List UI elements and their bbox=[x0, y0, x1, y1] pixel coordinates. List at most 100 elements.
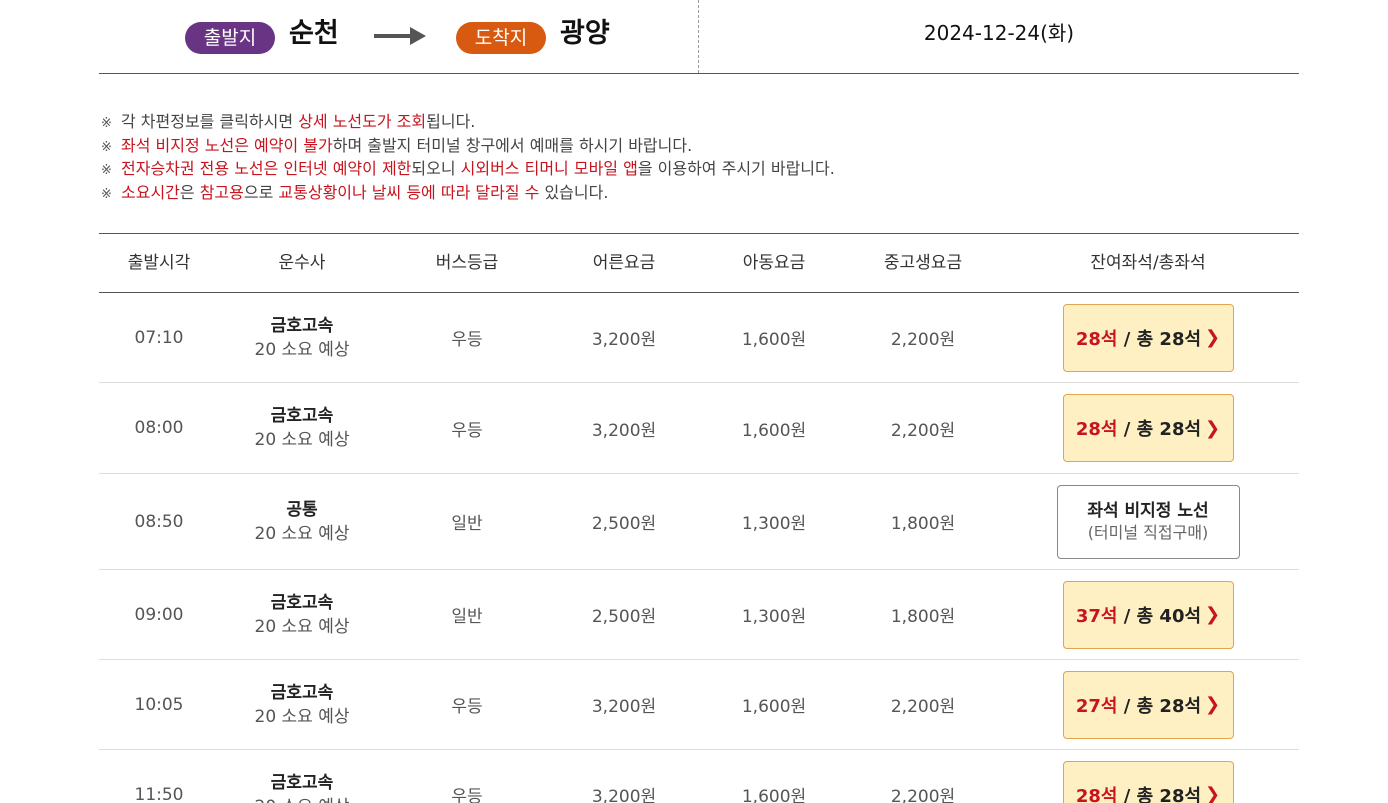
departure-badge: 출발지 bbox=[185, 22, 275, 54]
header-departure-time: 출발시각 bbox=[127, 253, 191, 273]
company-name: 금호고속 bbox=[270, 315, 334, 336]
table-row[interactable]: 08:50 공통 20 소요 예상 일반 2,500원 1,300원 1,800원 좌석 비지… bbox=[99, 474, 1299, 570]
notice-highlight: 시외버스 티머니 모바일 앱 bbox=[460, 159, 638, 178]
estimated-duration: 20 소요 예상 bbox=[254, 616, 350, 637]
company-name: 금호고속 bbox=[270, 682, 334, 703]
bus-grade: 우등 bbox=[451, 787, 483, 803]
notice-text: 하며 출발지 터미널 창구에서 예매를 하시기 바랍니다. bbox=[332, 135, 693, 155]
chevron-right-icon: ❯ bbox=[1205, 784, 1221, 803]
total-seats: / 총 28석 bbox=[1117, 419, 1202, 440]
table-row[interactable]: 10:05 금호고속 20 소요 예상 우등 3,200원 1,600원 2,200원 27석… bbox=[99, 660, 1299, 750]
header-bus-grade: 버스등급 bbox=[435, 253, 499, 273]
seats-cell: 28석 / 총 28석 ❯ bbox=[997, 383, 1299, 473]
company-name: 금호고속 bbox=[270, 406, 334, 426]
total-seats: / 총 28석 bbox=[1117, 785, 1202, 803]
seat-select-button[interactable]: 27석 / 총 28석 ❯ bbox=[1062, 670, 1234, 739]
adult-fare: 3,200원 bbox=[591, 330, 657, 350]
travel-date: 2024-12-24(화) bbox=[923, 21, 1075, 45]
company-cell: 금호고속 20 소요 예상 bbox=[219, 570, 385, 659]
table-row[interactable]: 08:00 금호고속 20 소요 예상 우등 3,200원 1,600원 2,200원 28석… bbox=[99, 383, 1299, 474]
company-name: 공통 bbox=[286, 499, 318, 520]
seat-select-button[interactable]: 28석 / 총 28석 ❯ bbox=[1062, 394, 1234, 462]
company-cell: 금호고속 20 소요 예상 bbox=[219, 293, 385, 382]
table-body: 07:10 금호고속 20 소요 예상우등 3,200원 1,600원 2,200원 28석… bbox=[99, 293, 1299, 803]
company-cell: 금호고속 20 소요 예상 bbox=[219, 660, 385, 749]
chevron-right-icon: ❯ bbox=[1205, 327, 1221, 348]
child-fare: 1,600원 bbox=[741, 787, 807, 803]
notice-mark: ※ bbox=[101, 116, 112, 131]
adult-fare: 2,500원 bbox=[591, 607, 657, 627]
chevron-right-icon: ❯ bbox=[1205, 694, 1221, 715]
terminal-purchase-label: (터미널 직접구매) bbox=[1087, 522, 1209, 542]
child-fare: 1,300원 bbox=[741, 607, 807, 627]
child-fare: 1,600원 bbox=[741, 330, 807, 350]
remaining-seats: 28석 bbox=[1075, 419, 1118, 440]
youth-fare: 1,800원 bbox=[890, 514, 956, 534]
notice-text: 있습니다. bbox=[539, 182, 609, 202]
notice-mark: ※ bbox=[101, 163, 112, 178]
seat-select-button[interactable]: 37석 / 총 40석 ❯ bbox=[1062, 580, 1234, 649]
notice-item: ※ 좌석 비지정 노선은 예약이 불가하며 출발지 터미널 창구에서 예매를 하시… bbox=[101, 135, 835, 159]
remaining-seats: 28석 bbox=[1075, 785, 1118, 803]
child-fare: 1,300원 bbox=[741, 514, 807, 534]
child-fare: 1,600원 bbox=[741, 697, 807, 717]
departure-time: 08:50 bbox=[134, 511, 184, 532]
non-reserved-route-button[interactable]: 좌석 비지정 노선 (터미널 직접구매) bbox=[1056, 484, 1240, 559]
notice-item: ※ 전자승차권 전용 노선은 인터넷 예약이 제한되오니 시외버스 티머니 모바일… bbox=[101, 158, 835, 182]
seat-select-button[interactable]: 28석 / 총 28석 ❯ bbox=[1062, 760, 1234, 803]
notice-text: 은 bbox=[179, 182, 200, 202]
notice-mark: ※ bbox=[101, 139, 112, 155]
estimated-duration: 20 소요 예상 bbox=[254, 430, 350, 450]
header-child-fare: 아동요금 bbox=[742, 253, 806, 273]
total-seats: / 총 28석 bbox=[1117, 695, 1202, 717]
notice-item: ※ 소요시간은 참고용으로 교통상황이나 날씨 등에 따라 달라질 수 있습니다. bbox=[101, 182, 835, 206]
youth-fare: 2,200원 bbox=[890, 420, 956, 441]
departure-time: 09:00 bbox=[134, 604, 184, 625]
route-cities: 출발지 순천 도착지 광양 bbox=[99, 0, 699, 73]
chevron-right-icon: ❯ bbox=[1205, 604, 1221, 625]
total-seats: / 총 40석 bbox=[1117, 605, 1202, 627]
remaining-seats: 27석 bbox=[1075, 695, 1118, 717]
company-name: 금호고속 bbox=[270, 592, 334, 613]
departure-time: 07:10 bbox=[134, 327, 184, 348]
seat-select-button[interactable]: 28석 / 총 28석 ❯ bbox=[1062, 303, 1234, 372]
notice-text: 됩니다. bbox=[426, 112, 476, 131]
header-seats: 잔여좌석/총좌석 bbox=[1090, 253, 1206, 273]
departure-time: 11:50 bbox=[134, 784, 184, 803]
arrival-city: 광양 bbox=[560, 18, 610, 49]
notice-text: 으로 bbox=[243, 182, 279, 202]
company-name: 금호고속 bbox=[270, 772, 334, 793]
estimated-duration: 20 소요 예상 bbox=[254, 523, 350, 544]
header-adult-fare: 어른요금 bbox=[592, 253, 656, 273]
total-seats: / 총 28석 bbox=[1117, 328, 1202, 350]
notice-highlight: 참고용 bbox=[199, 182, 244, 202]
bus-grade: 일반 bbox=[451, 607, 483, 627]
notice-text: 되오니 bbox=[411, 159, 461, 178]
notice-item: ※ 각 차편정보를 클릭하시면 상세 노선도가 조회됩니다. bbox=[101, 111, 835, 135]
youth-fare: 2,200원 bbox=[890, 787, 956, 803]
notice-highlight: 상세 노선도가 조회 bbox=[298, 112, 427, 131]
arrival-badge: 도착지 bbox=[456, 22, 546, 54]
route-header: 출발지 순천 도착지 광양 2024-12-24(화) bbox=[99, 0, 1299, 74]
bus-grade: 일반 bbox=[451, 514, 483, 534]
adult-fare: 2,500원 bbox=[591, 514, 657, 534]
youth-fare: 2,200원 bbox=[890, 330, 956, 350]
header-youth-fare: 중고생요금 bbox=[883, 253, 963, 273]
seats-cell: 37석 / 총 40석 ❯ bbox=[997, 570, 1299, 659]
table-header: 출발시각 운수사 버스등급 어른요금 아동요금 중고생요금 잔여좌석/총좌석 bbox=[99, 233, 1299, 293]
table-row[interactable]: 07:10 금호고속 20 소요 예상 우등 3,200원 1,600원 2,200원 28석… bbox=[99, 293, 1299, 383]
notice-text: 을 이용하여 주시기 바랍니다. bbox=[637, 159, 835, 178]
table-row[interactable]: 09:00 금호고속 20 소요 예상 일반 2,500원 1,300원 1,800원 37석… bbox=[99, 570, 1299, 660]
departure-time: 10:05 bbox=[134, 694, 184, 715]
remaining-seats: 28석 bbox=[1075, 328, 1118, 350]
header-company: 운수사 bbox=[278, 253, 326, 273]
notice-highlight: 교통상황이나 날씨 등에 따라 달라질 수 bbox=[278, 182, 540, 202]
company-cell: 금호고속 20 소요 예상 bbox=[219, 750, 385, 803]
adult-fare: 3,200원 bbox=[591, 697, 657, 717]
right-arrow-icon bbox=[374, 27, 426, 45]
adult-fare: 3,200원 bbox=[591, 420, 657, 441]
table-row[interactable]: 11:50 금호고속 20 소요 예상 우등 3,200원 1,600원 2,200원 28석… bbox=[99, 750, 1299, 803]
company-cell: 금호고속 20 소요 예상 bbox=[219, 383, 385, 473]
chevron-right-icon: ❯ bbox=[1205, 417, 1221, 439]
notice-list: ※ 각 차편정보를 클릭하시면 상세 노선도가 조회됩니다. ※ 좌석 비지정 노선은… bbox=[101, 111, 835, 205]
